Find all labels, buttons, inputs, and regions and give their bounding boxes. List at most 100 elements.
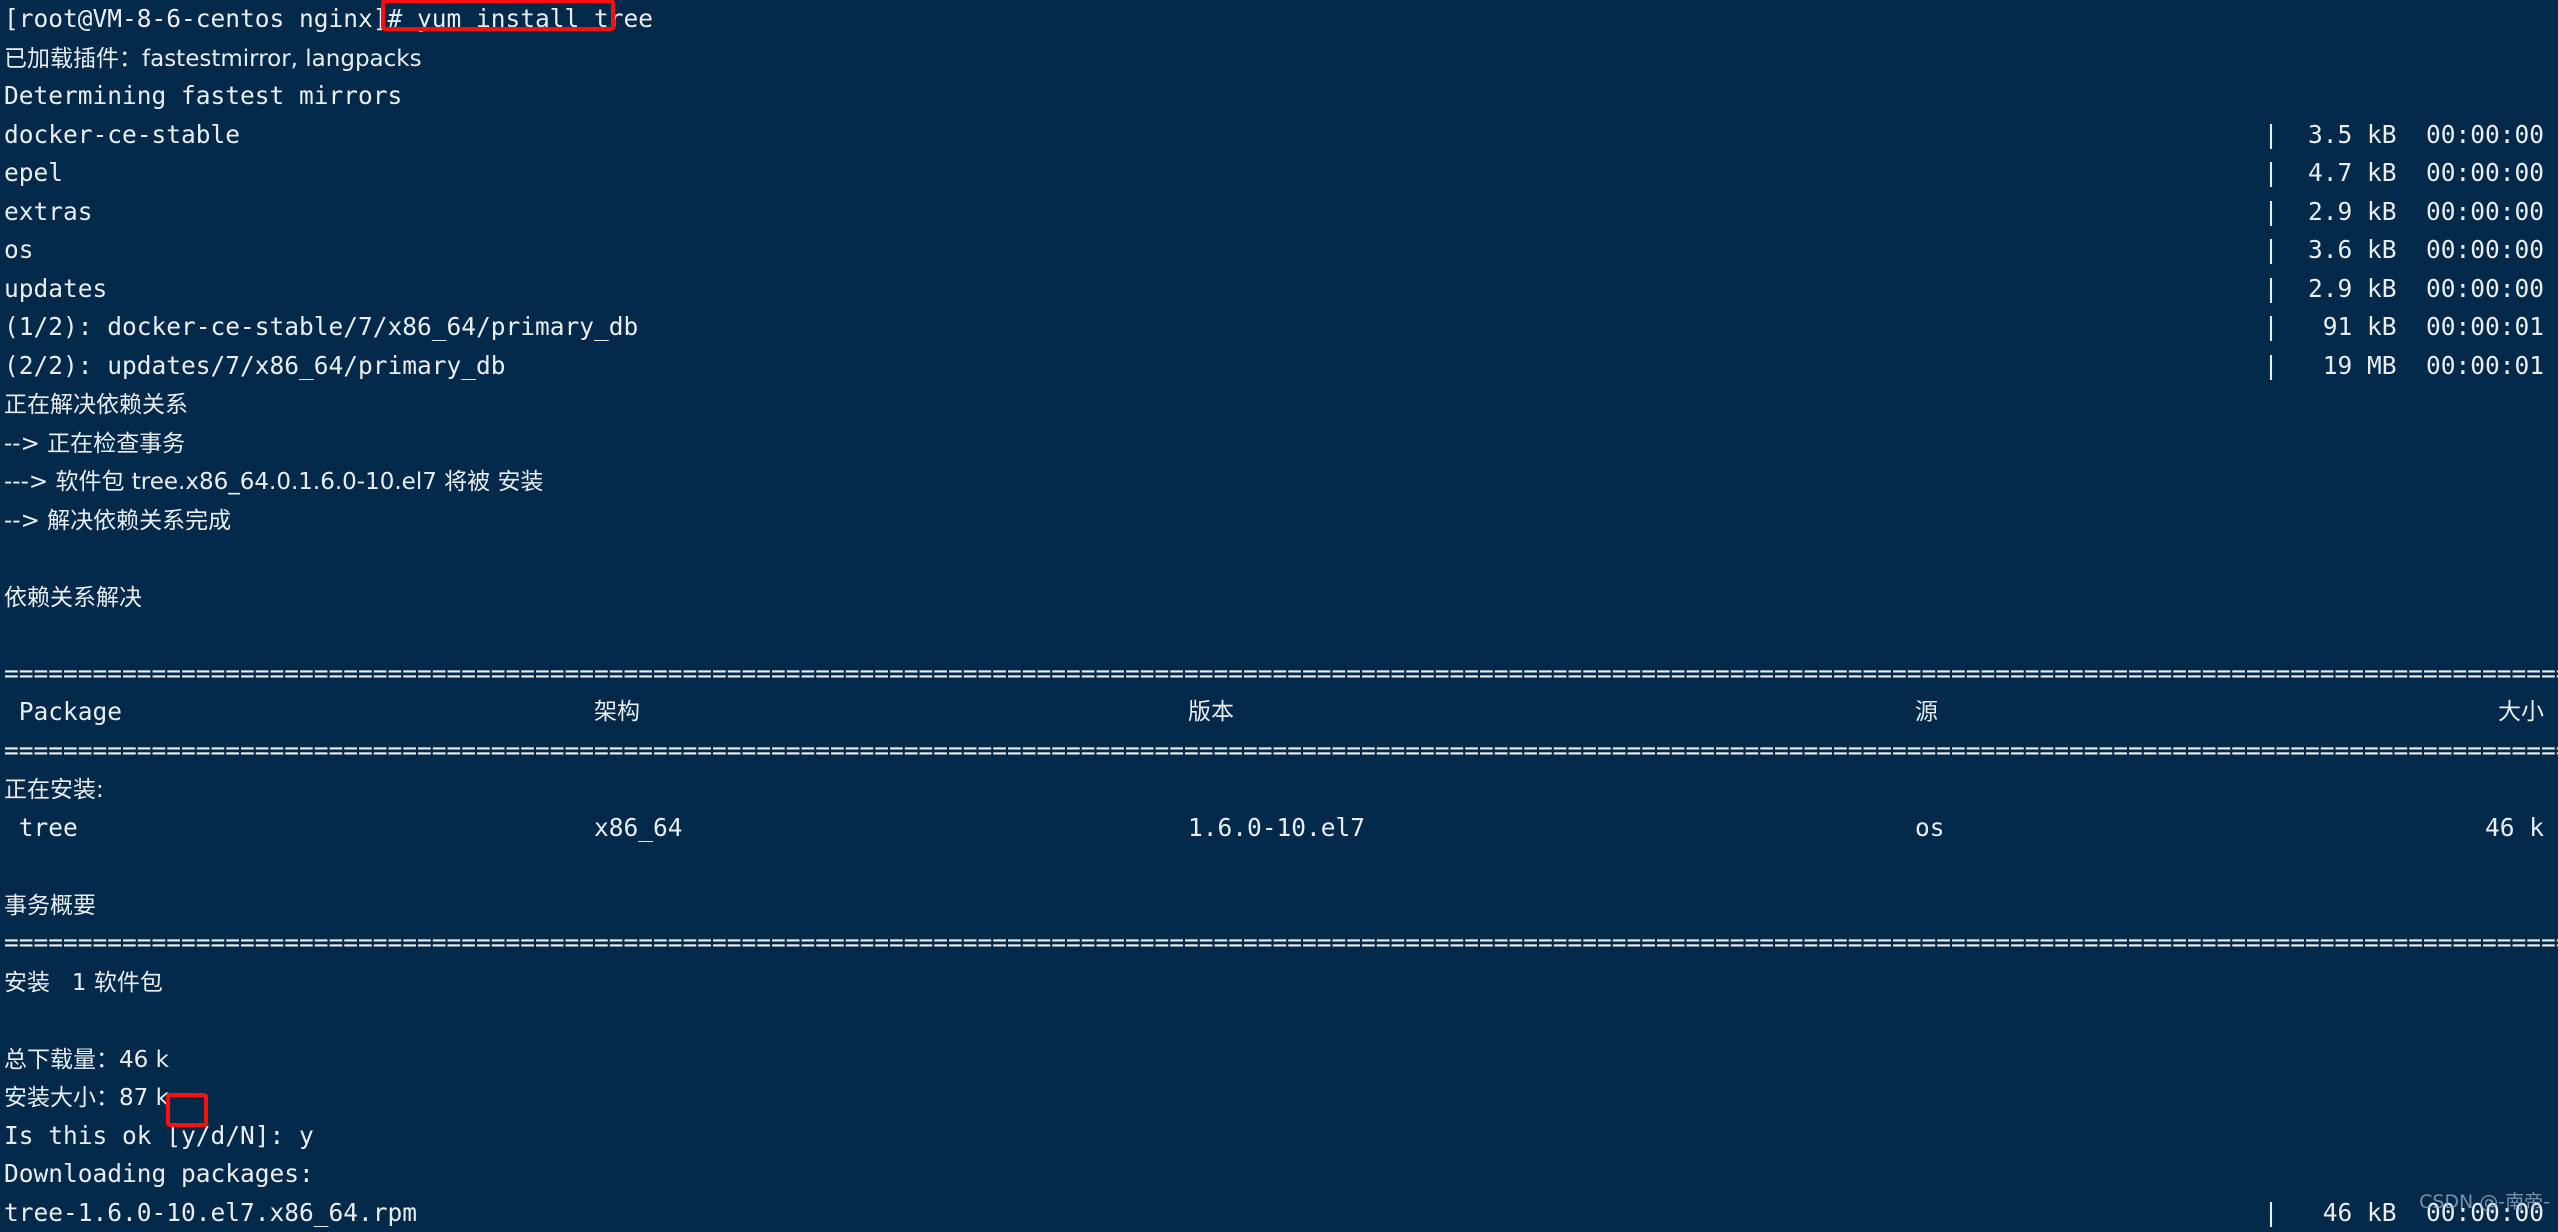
terminal-line-blank	[0, 616, 2558, 655]
terminal-line-repo: extras | 2.9 kB 00:00:00	[0, 193, 2558, 232]
blank	[4, 543, 19, 572]
repo-time: 00:00:00	[2426, 197, 2544, 226]
terminal-line-repo: os| 3.6 kB 00:00:00	[0, 231, 2558, 270]
separator-rule: ========================================…	[4, 736, 2558, 765]
repo-size: 91 kB	[2308, 312, 2397, 341]
deps-resolved-text: --> 解决依赖关系完成	[4, 508, 231, 534]
terminal-line-separator: ========================================…	[0, 732, 2558, 771]
repo-meta: | 91 kB 00:00:01	[2264, 308, 2544, 347]
repo-time: 00:00:01	[2426, 351, 2544, 380]
repo-name: updates	[4, 274, 107, 303]
loaded-plugins-text: 已加载插件：fastestmirror, langpacks	[4, 46, 422, 72]
repo-time-spacer	[2396, 274, 2426, 303]
repo-time: 00:00:01	[2426, 312, 2544, 341]
download-size: 46 kB	[2308, 1198, 2397, 1227]
transaction-summary-title-text: 事务概要	[4, 893, 96, 919]
terminal-line-determining: Determining fastest mirrors	[0, 77, 2558, 116]
table-header-row: Package架构版本源大小	[0, 693, 2558, 732]
cell-package: tree	[4, 813, 78, 842]
terminal-line-total-download: 总下载量：46 k	[0, 1040, 2558, 1079]
column-header-arch: 架构	[594, 693, 640, 732]
repo-name: extras	[4, 197, 93, 226]
terminal-line-install-count: 安装 1 软件包	[0, 963, 2558, 1002]
terminal-line-install-size: 安装大小：87 k	[0, 1078, 2558, 1117]
repo-size-spacer	[2278, 197, 2308, 226]
terminal-line-deps-title: 依赖关系解决	[0, 578, 2558, 617]
terminal-line-plugins: 已加载插件：fastestmirror, langpacks	[0, 39, 2558, 78]
repo-size: 4.7 kB	[2308, 158, 2397, 187]
pipe-icon: |	[2264, 1198, 2279, 1227]
terminal-line-installing-label: 正在安装:	[0, 770, 2558, 809]
deps-resolved-title-text: 依赖关系解决	[4, 585, 142, 611]
terminal-window[interactable]: [root@VM-8-6-centos nginx]# yum install …	[0, 0, 2558, 1223]
downloading-packages-text: Downloading packages:	[4, 1159, 314, 1188]
pipe-icon: |	[2264, 312, 2279, 341]
repo-time: 00:00:00	[2426, 235, 2544, 264]
separator-rule: ========================================…	[4, 928, 2558, 957]
terminal-line-blank	[0, 539, 2558, 578]
cell-repo: os	[1915, 809, 1945, 848]
repo-meta: | 2.9 kB 00:00:00	[2264, 193, 2544, 232]
repo-size: 2.9 kB	[2308, 197, 2397, 226]
repo-size-spacer	[2278, 312, 2308, 341]
terminal-line-confirm: Is this ok [y/d/N]: y	[0, 1117, 2558, 1156]
repo-time-spacer	[2396, 197, 2426, 226]
repo-time-spacer	[2396, 312, 2426, 341]
cell-size: 46 k	[2485, 809, 2544, 848]
column-header-size: 大小	[2498, 693, 2544, 732]
repo-time: 00:00:00	[2426, 120, 2544, 149]
repo-time: 00:00:00	[2426, 274, 2544, 303]
repo-meta: | 4.7 kB 00:00:00	[2264, 154, 2544, 193]
blank	[4, 1005, 19, 1034]
repo-size-spacer	[2278, 274, 2308, 303]
terminal-line-repo: (1/2): docker-ce-stable/7/x86_64/primary…	[0, 308, 2558, 347]
determining-mirrors-text: Determining fastest mirrors	[4, 81, 402, 110]
install-count-text: 安装 1 软件包	[4, 970, 163, 996]
terminal-line-repo: docker-ce-stable| 3.5 kB 00:00:00	[0, 116, 2558, 155]
repo-meta: | 3.6 kB 00:00:00	[2264, 231, 2544, 270]
pipe-icon: |	[2264, 158, 2279, 187]
repo-size-spacer	[2278, 120, 2308, 149]
rpm-file-name: tree-1.6.0-10.el7.x86_64.rpm	[4, 1198, 417, 1227]
install-size-text: 安装大小：87 k	[4, 1085, 169, 1111]
terminal-line-repo: updates | 2.9 kB 00:00:00	[0, 270, 2558, 309]
cell-arch: x86_64	[594, 809, 683, 848]
checking-transaction-text: --> 正在检查事务	[4, 431, 185, 457]
terminal-line-repo: (2/2): updates/7/x86_64/primary_db| 19 M…	[0, 347, 2558, 386]
watermark: CSDN @-南帝-	[2419, 1183, 2550, 1222]
blank	[4, 851, 19, 880]
repo-size: 2.9 kB	[2308, 274, 2397, 303]
repo-size: 3.6 kB	[2308, 235, 2397, 264]
separator-rule: ========================================…	[4, 659, 2558, 688]
download-size-spacer	[2278, 1198, 2308, 1227]
pipe-icon: |	[2264, 120, 2279, 149]
confirm-answer-input[interactable]: y	[299, 1121, 314, 1150]
repo-name: docker-ce-stable	[4, 120, 240, 149]
repo-size-spacer	[2278, 351, 2308, 380]
repo-name: (1/2): docker-ce-stable/7/x86_64/primary…	[4, 312, 638, 341]
terminal-line-resolving: 正在解决依赖关系	[0, 385, 2558, 424]
installing-label-text: 正在安装:	[4, 777, 104, 803]
repo-size-spacer	[2278, 235, 2308, 264]
column-header-package: Package	[4, 697, 122, 726]
pipe-icon: |	[2264, 197, 2279, 226]
repo-size: 19 MB	[2308, 351, 2397, 380]
repo-time-spacer	[2396, 235, 2426, 264]
terminal-line-downloading: Downloading packages:	[0, 1155, 2558, 1194]
terminal-line-separator: ========================================…	[0, 655, 2558, 694]
pipe-icon: |	[2264, 351, 2279, 380]
pipe-icon: |	[2264, 274, 2279, 303]
terminal-line-checking: --> 正在检查事务	[0, 424, 2558, 463]
package-will-install-text: ---> 软件包 tree.x86_64.0.1.6.0-10.el7 将被 安…	[4, 469, 543, 495]
terminal-line-separator: ========================================…	[0, 924, 2558, 963]
terminal-screen: [root@VM-8-6-centos nginx]# yum install …	[0, 0, 2558, 1223]
total-download-text: 总下载量：46 k	[4, 1047, 169, 1073]
terminal-line-blank	[0, 847, 2558, 886]
terminal-line-pkg-install: ---> 软件包 tree.x86_64.0.1.6.0-10.el7 将被 安…	[0, 462, 2558, 501]
table-row: treex86_641.6.0-10.el7os46 k	[0, 809, 2558, 848]
repo-time: 00:00:00	[2426, 158, 2544, 187]
repo-time-spacer	[2396, 351, 2426, 380]
pipe-icon: |	[2264, 235, 2279, 264]
terminal-line-prompt: [root@VM-8-6-centos nginx]# yum install …	[0, 0, 2558, 39]
blank	[4, 620, 19, 649]
